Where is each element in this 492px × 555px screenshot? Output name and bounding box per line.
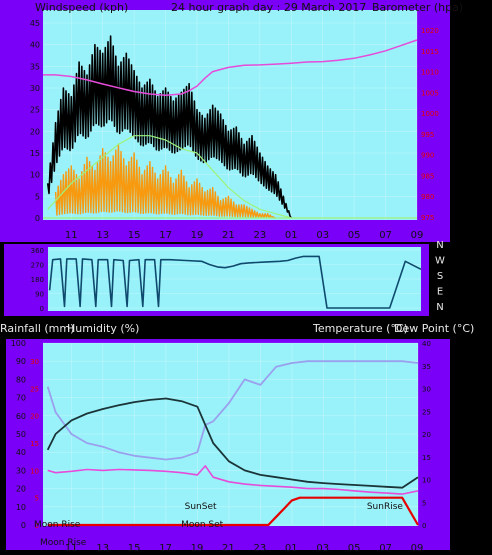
direction-tick-label: 180 bbox=[31, 276, 44, 284]
rain-tick-label: 15 bbox=[30, 440, 39, 448]
compass-label: S bbox=[437, 271, 443, 282]
windspeed-label: Windspeed (kph) bbox=[35, 1, 128, 14]
weather-graph: Windspeed (kph) 24 hour graph day : 29 M… bbox=[0, 0, 492, 555]
temperature-tick-label: 25 bbox=[422, 408, 431, 416]
barometer-tick-label: 990 bbox=[421, 152, 434, 160]
temperature-tick-label: 30 bbox=[422, 386, 431, 394]
barometer-tick-label: 1020 bbox=[421, 27, 439, 35]
temperature-tick-label: 5 bbox=[422, 499, 426, 507]
barometer-tick-label: 985 bbox=[421, 172, 434, 180]
moonrise-annotation: Moon Rise bbox=[34, 520, 81, 530]
wind-x-tick-label: 07 bbox=[379, 230, 392, 241]
lower-x-tick-label: 07 bbox=[379, 543, 392, 554]
barometer-tick-label: 1005 bbox=[421, 89, 439, 97]
temperature-tick-label: 20 bbox=[422, 431, 431, 439]
lower-x-tick-label: 17 bbox=[159, 543, 172, 554]
direction-tick-label: 0 bbox=[40, 305, 44, 313]
direction-tick-label: 360 bbox=[31, 247, 44, 255]
wind-x-tick-label: 21 bbox=[222, 230, 235, 241]
moonrise-bottom-annotation: Moon Rise bbox=[40, 538, 87, 548]
wind-y-tick-label: 45 bbox=[30, 19, 40, 28]
humidity-label: Humidity (%) bbox=[67, 322, 139, 335]
lower-x-tick-label: 13 bbox=[96, 543, 109, 554]
barometer-tick-label: 1015 bbox=[421, 48, 439, 56]
compass-label: N bbox=[436, 302, 443, 313]
wind-x-tick-label: 13 bbox=[96, 230, 109, 241]
humidity-tick-label: 100 bbox=[11, 339, 26, 348]
rainfall-label: Rainfall (mm) bbox=[0, 322, 74, 335]
lower-x-tick-label: 19 bbox=[191, 543, 204, 554]
humidity-tick-label: 70 bbox=[16, 394, 26, 403]
direction-tick-label: 90 bbox=[35, 291, 44, 299]
direction-tick-label: 270 bbox=[31, 262, 44, 270]
lower-x-tick-label: 03 bbox=[316, 543, 329, 554]
rain-tick-label: 20 bbox=[30, 413, 39, 421]
wind-x-tick-label: 03 bbox=[316, 230, 329, 241]
wind-x-tick-label: 23 bbox=[253, 230, 266, 241]
lower-x-tick-label: 23 bbox=[253, 543, 266, 554]
humidity-tick-label: 40 bbox=[16, 448, 26, 457]
wind-x-tick-label: 11 bbox=[65, 230, 78, 241]
compass-label: E bbox=[437, 287, 443, 298]
barometer-tick-label: 1010 bbox=[421, 69, 439, 77]
barometer-tick-label: 975 bbox=[421, 214, 434, 222]
temperature-tick-label: 10 bbox=[422, 477, 431, 485]
wind-y-tick-label: 0 bbox=[35, 214, 40, 223]
wind-x-tick-label: 05 bbox=[348, 230, 361, 241]
page-title: 24 hour graph day : 29 March 2017 bbox=[171, 1, 366, 14]
humidity-tick-label: 0 bbox=[21, 521, 26, 530]
wind-y-tick-label: 30 bbox=[30, 84, 40, 93]
barometer-tick-label: 1000 bbox=[421, 110, 439, 118]
dewpoint-label: Dew Point (°C) bbox=[394, 322, 474, 335]
wind-y-tick-label: 25 bbox=[30, 106, 40, 115]
humidity-tick-label: 20 bbox=[16, 485, 26, 494]
humidity-tick-label: 90 bbox=[16, 357, 26, 366]
moonset-annotation: Moon Set bbox=[181, 520, 224, 530]
wind-y-tick-label: 10 bbox=[30, 171, 40, 180]
lower-x-tick-label: 05 bbox=[348, 543, 361, 554]
humidity-tick-label: 10 bbox=[16, 503, 26, 512]
lower-x-tick-label: 21 bbox=[222, 543, 235, 554]
lower-x-tick-label: 01 bbox=[285, 543, 298, 554]
humidity-tick-label: 30 bbox=[16, 466, 26, 475]
wind-x-tick-label: 15 bbox=[128, 230, 141, 241]
lower-x-tick-label: 15 bbox=[128, 543, 141, 554]
compass-label: N bbox=[436, 240, 443, 251]
wind-x-tick-label: 19 bbox=[191, 230, 204, 241]
wind-x-tick-label: 09 bbox=[411, 230, 424, 241]
sunrise-annotation: SunRise bbox=[367, 502, 404, 512]
rain-tick-label: 10 bbox=[30, 467, 39, 475]
wind-y-tick-label: 15 bbox=[30, 149, 40, 158]
temperature-tick-label: 0 bbox=[422, 522, 426, 530]
wind-y-tick-label: 5 bbox=[35, 192, 40, 201]
rain-tick-label: 30 bbox=[30, 358, 39, 366]
lower-x-tick-label: 09 bbox=[411, 543, 424, 554]
wind-x-tick-label: 17 bbox=[159, 230, 172, 241]
humidity-tick-label: 80 bbox=[16, 375, 26, 384]
temperature-tick-label: 35 bbox=[422, 363, 431, 371]
weather-graph-page: Windspeed (kph) 24 hour graph day : 29 M… bbox=[0, 0, 492, 555]
sunset-annotation: SunSet bbox=[185, 502, 217, 512]
barometer-tick-label: 995 bbox=[421, 131, 434, 139]
humidity-tick-label: 60 bbox=[16, 412, 26, 421]
rain-tick-label: 25 bbox=[30, 385, 39, 393]
rain-tick-label: 5 bbox=[35, 495, 39, 503]
wind-y-tick-label: 20 bbox=[30, 127, 40, 136]
barometer-tick-label: 980 bbox=[421, 193, 434, 201]
compass-label: W bbox=[435, 256, 445, 267]
temperature-tick-label: 40 bbox=[422, 340, 431, 348]
wind-x-tick-label: 01 bbox=[285, 230, 298, 241]
humidity-tick-label: 50 bbox=[16, 430, 26, 439]
temperature-tick-label: 15 bbox=[422, 454, 431, 462]
wind-y-tick-label: 40 bbox=[30, 41, 40, 50]
wind-y-tick-label: 35 bbox=[30, 62, 40, 71]
